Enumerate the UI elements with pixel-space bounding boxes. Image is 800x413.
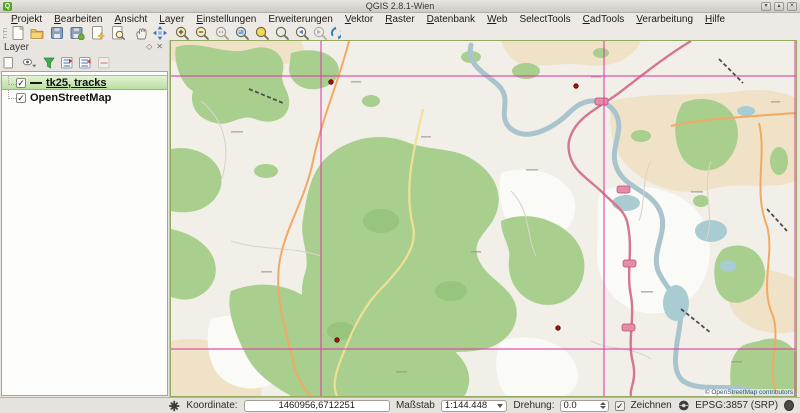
scale-value: 1:144.448 bbox=[445, 400, 487, 411]
spinner-arrows-icon[interactable] bbox=[600, 402, 606, 409]
save-project-as-icon[interactable] bbox=[71, 28, 84, 41]
zoom-full-extent-icon[interactable] bbox=[236, 27, 248, 39]
menu-hilfe[interactable]: Hilfe bbox=[699, 14, 731, 25]
layer-label[interactable]: OpenStreetMap bbox=[30, 92, 111, 104]
layer-row-openstreetmap[interactable]: ✓ OpenStreetMap bbox=[2, 90, 167, 105]
menu-bearbeiten[interactable]: Bearbeiten bbox=[48, 14, 108, 25]
menu-raster[interactable]: Raster bbox=[379, 14, 420, 25]
remove-layer-icon[interactable] bbox=[99, 57, 110, 68]
expand-all-icon[interactable] bbox=[62, 57, 73, 68]
menu-cadtools[interactable]: CadTools bbox=[577, 14, 631, 25]
collapse-all-icon[interactable] bbox=[80, 57, 91, 68]
pan-map-icon[interactable] bbox=[137, 29, 146, 39]
chevron-down-icon bbox=[497, 404, 503, 408]
scale-label: Maßstab bbox=[396, 400, 435, 411]
open-project-icon[interactable] bbox=[31, 30, 43, 39]
scale-combobox[interactable]: 1:144.448 bbox=[441, 400, 507, 412]
render-checkbox[interactable]: ✓ bbox=[615, 401, 625, 411]
main-toolbar bbox=[0, 26, 800, 40]
dock-close-icon[interactable]: ✕ bbox=[154, 42, 165, 52]
menu-selecttools[interactable]: SelectTools bbox=[513, 14, 576, 25]
osm-attribution: © OpenStreetMap contributors bbox=[704, 389, 794, 396]
coordinate-value: 1460956,6712251 bbox=[278, 400, 355, 411]
layer-tree: ✓ tk25, tracks ✓ OpenStreetMap bbox=[1, 71, 168, 396]
menu-erweiterungen[interactable]: Erweiterungen bbox=[262, 14, 338, 25]
composer-manager-icon[interactable] bbox=[113, 27, 125, 40]
menu-verarbeitung[interactable]: Verarbeitung bbox=[630, 14, 699, 25]
layer-checkbox[interactable]: ✓ bbox=[16, 78, 26, 88]
zoom-to-selection-icon[interactable] bbox=[256, 27, 268, 39]
coordinate-label: Koordinate: bbox=[186, 400, 237, 411]
zoom-native-icon[interactable] bbox=[216, 27, 228, 39]
menu-layer[interactable]: Layer bbox=[153, 14, 190, 25]
menu-datenbank[interactable]: Datenbank bbox=[421, 14, 481, 25]
zoom-next-icon[interactable] bbox=[314, 27, 326, 39]
new-print-composer-icon[interactable] bbox=[93, 27, 105, 40]
menu-ansicht[interactable]: Ansicht bbox=[109, 14, 154, 25]
line-symbol bbox=[30, 82, 42, 84]
zoom-in-icon[interactable] bbox=[176, 27, 188, 39]
layer-panel: Layer ◇ ✕ bbox=[0, 40, 170, 397]
map-canvas[interactable]: © OpenStreetMap contributors bbox=[170, 40, 797, 397]
layer-row-tk25-tracks[interactable]: ✓ tk25, tracks bbox=[2, 75, 167, 90]
manage-layer-visibility-icon[interactable] bbox=[23, 59, 36, 67]
layer-panel-toolbar bbox=[0, 54, 169, 71]
zoom-last-icon[interactable] bbox=[296, 27, 308, 39]
zoom-to-layer-icon[interactable] bbox=[276, 27, 288, 39]
close-button[interactable]: ✕ bbox=[787, 2, 797, 11]
pan-to-selection-icon[interactable] bbox=[153, 26, 167, 40]
rotation-value: 0.0 bbox=[563, 400, 576, 411]
messages-icon[interactable] bbox=[784, 400, 794, 411]
extents-toggle-icon[interactable] bbox=[168, 399, 180, 413]
refresh-map-icon[interactable] bbox=[332, 26, 341, 39]
menu-einstellungen[interactable]: Einstellungen bbox=[190, 14, 262, 25]
add-group-icon[interactable] bbox=[4, 57, 13, 68]
menu-projekt[interactable]: Projekt bbox=[5, 14, 48, 25]
dock-float-icon[interactable]: ◇ bbox=[144, 42, 154, 52]
save-project-icon[interactable] bbox=[52, 28, 63, 39]
crs-label: EPSG:3857 (SRP) bbox=[695, 400, 778, 411]
layer-label[interactable]: tk25, tracks bbox=[46, 77, 107, 89]
render-label: Zeichnen bbox=[631, 400, 672, 411]
layer-panel-title: Layer bbox=[4, 42, 144, 53]
toolbar-handle[interactable] bbox=[3, 28, 7, 39]
zoom-out-icon[interactable] bbox=[196, 27, 208, 39]
coordinate-input[interactable]: 1460956,6712251 bbox=[244, 400, 390, 412]
rotation-spinbox[interactable]: 0.0 bbox=[560, 400, 609, 412]
statusbar: Koordinate: 1460956,6712251 Maßstab 1:14… bbox=[0, 397, 800, 413]
new-project-icon[interactable] bbox=[13, 27, 23, 40]
menu-vektor[interactable]: Vektor bbox=[339, 14, 379, 25]
minimize-button[interactable]: ▾ bbox=[761, 2, 771, 11]
maximize-button[interactable]: ▴ bbox=[774, 2, 784, 11]
filter-legend-icon[interactable] bbox=[44, 58, 54, 68]
crs-status-icon[interactable] bbox=[678, 399, 690, 412]
menu-web[interactable]: Web bbox=[481, 14, 513, 25]
window-title: QGIS 2.8.1-Wien bbox=[0, 1, 800, 11]
layer-checkbox[interactable]: ✓ bbox=[16, 93, 26, 103]
rotation-label: Drehung: bbox=[513, 400, 554, 411]
titlebar: Q QGIS 2.8.1-Wien ▾ ▴ ✕ bbox=[0, 0, 800, 13]
